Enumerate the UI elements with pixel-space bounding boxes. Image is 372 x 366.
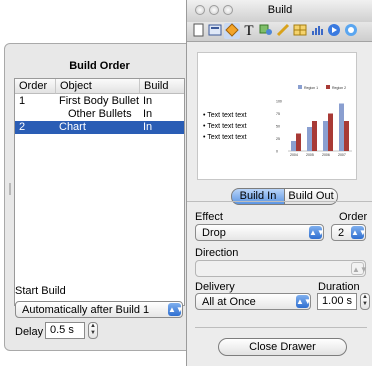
- column-header-build[interactable]: Build: [139, 79, 184, 94]
- preview-bullet: • Text text text: [203, 112, 247, 119]
- window-title: Build: [267, 4, 293, 16]
- y-tick-label: 75: [276, 112, 280, 116]
- x-tick-label: 2007: [338, 153, 346, 157]
- link-icon[interactable]: [326, 23, 342, 39]
- chart-bar: [339, 103, 344, 151]
- row-object: First Body Bullet: [59, 95, 140, 107]
- popup-arrows-icon: ▲▼: [351, 262, 368, 275]
- chart-bar: [323, 121, 328, 151]
- row-order: 1: [19, 95, 26, 107]
- build-order-drawer: Build Order Order Object Build 1 First B…: [4, 43, 193, 351]
- delivery-value: All at Once: [202, 296, 256, 308]
- popup-arrows-icon: ▲▼: [296, 295, 312, 308]
- chart-bar: [344, 121, 349, 151]
- delay-field[interactable]: 0.5 s: [45, 322, 85, 339]
- delay-stepper[interactable]: ▲ ▼: [88, 322, 98, 339]
- x-tick-label: 2006: [322, 153, 330, 157]
- x-tick-label: 2004: [290, 153, 298, 157]
- order-label: Order: [339, 211, 368, 223]
- duration-stepper[interactable]: ▲ ▼: [360, 293, 370, 310]
- tab-build-out[interactable]: Build Out: [284, 188, 338, 205]
- y-tick-label: 100: [276, 100, 282, 104]
- metrics-icon[interactable]: [275, 23, 291, 39]
- order-popup[interactable]: 2 ▲▼: [331, 224, 367, 241]
- quicktime-icon[interactable]: [343, 23, 359, 39]
- table-row[interactable]: 1 First Body Bullet In: [15, 95, 184, 108]
- direction-label: Direction: [195, 247, 239, 259]
- chart-bar: [328, 113, 333, 151]
- effect-value: Drop: [202, 227, 226, 239]
- chart-bar: [307, 127, 312, 151]
- popup-arrows-icon: ▲▼: [168, 303, 184, 316]
- column-header-order[interactable]: Order: [15, 79, 55, 94]
- graphic-icon[interactable]: [258, 23, 274, 39]
- row-object: Chart: [59, 121, 86, 133]
- order-value: 2: [338, 227, 345, 239]
- row-order: 2: [19, 121, 26, 133]
- title-bar: Build: [187, 0, 372, 22]
- drawer-title: Build Order: [69, 60, 130, 72]
- delivery-popup[interactable]: All at Once ▲▼: [195, 293, 312, 310]
- direction-popup[interactable]: ▲▼: [195, 260, 368, 277]
- table-row[interactable]: Other Bullets In: [15, 108, 184, 121]
- x-tick-label: 2005: [306, 153, 314, 157]
- y-tick-label: 25: [276, 137, 280, 141]
- row-build: In: [143, 95, 153, 107]
- preview-bullet: • Text text text: [203, 123, 247, 130]
- tab-build-in[interactable]: Build In: [231, 188, 285, 205]
- popup-arrows-icon: ▲▼: [309, 226, 325, 239]
- table-row-selected[interactable]: 2 Chart In: [15, 121, 184, 134]
- preview-bullets: • Text text text • Text text text • Text…: [203, 110, 247, 143]
- slide-layout-icon[interactable]: [207, 23, 223, 39]
- build-order-table: Order Object Build 1 First Body Bullet I…: [14, 78, 185, 306]
- effect-popup[interactable]: Drop ▲▼: [195, 224, 325, 241]
- build-inspector-window: Build T • Text text text • Text text tex…: [186, 0, 372, 366]
- chart-bar: [291, 141, 296, 151]
- delay-label: Delay: [15, 326, 44, 338]
- legend-label: Region 1: [304, 86, 318, 90]
- y-tick-label: 50: [276, 125, 280, 129]
- chart-icon[interactable]: [309, 23, 325, 39]
- y-tick-label: 0: [276, 150, 278, 154]
- text-icon[interactable]: T: [241, 23, 257, 39]
- slide-preview: • Text text text • Text text text • Text…: [197, 52, 357, 180]
- duration-label: Duration: [318, 281, 360, 293]
- preview-chart: Region 1 Region 2 100 75 50 25 0 2004 2005 2006 20…: [276, 85, 352, 157]
- duration-field[interactable]: 1.00 s: [317, 293, 357, 310]
- inspector-toolbar: T: [187, 22, 372, 42]
- row-object: Other Bullets: [68, 108, 132, 120]
- row-build: In: [143, 108, 153, 120]
- chart-bar: [296, 133, 301, 151]
- document-icon[interactable]: [190, 23, 206, 39]
- column-header-object[interactable]: Object: [55, 79, 139, 94]
- legend-swatch: [326, 85, 330, 89]
- build-icon[interactable]: [224, 23, 240, 39]
- popup-arrows-icon: ▲▼: [351, 226, 367, 239]
- table-icon[interactable]: [292, 23, 308, 39]
- legend-label: Region 2: [332, 86, 346, 90]
- row-build: In: [143, 121, 153, 133]
- start-build-label: Start Build: [15, 285, 66, 297]
- effect-label: Effect: [195, 211, 223, 223]
- divider: [187, 201, 372, 202]
- legend-swatch: [298, 85, 302, 89]
- delivery-label: Delivery: [195, 281, 235, 293]
- chart-bar: [312, 121, 317, 151]
- start-build-popup[interactable]: Automatically after Build 1 ▲▼: [15, 301, 184, 318]
- divider: [195, 327, 367, 328]
- close-drawer-button[interactable]: Close Drawer: [218, 338, 347, 356]
- drawer-resize-handle[interactable]: [9, 183, 11, 195]
- preview-bullet: • Text text text: [203, 134, 247, 141]
- start-build-value: Automatically after Build 1: [22, 304, 150, 316]
